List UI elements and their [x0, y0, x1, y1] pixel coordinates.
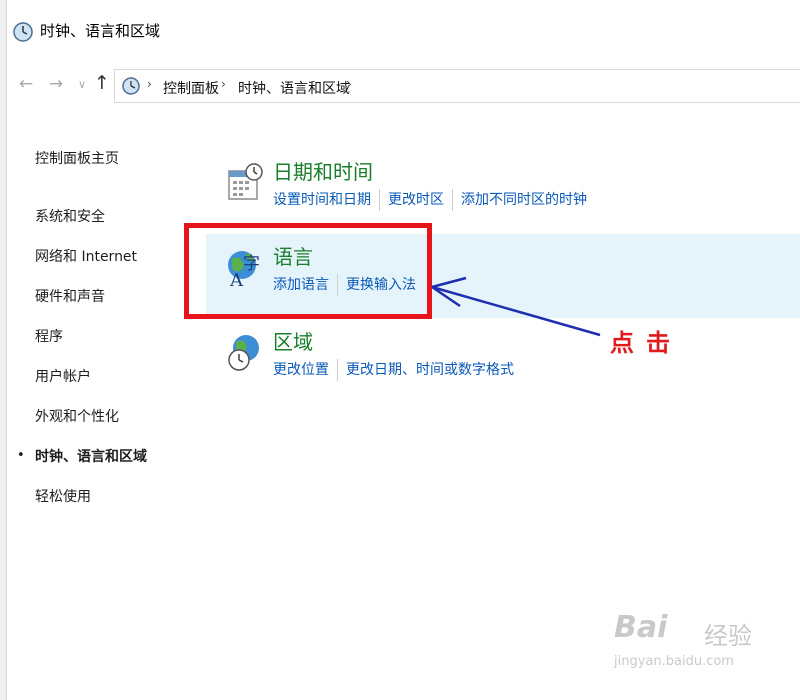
watermark-logo-suffix: 经验: [704, 622, 752, 650]
sidebar-item-control-panel-home[interactable]: 控制面板主页: [35, 148, 119, 168]
breadcrumb-control-panel[interactable]: 控制面板: [163, 78, 219, 98]
category-links-region: 更改位置 更改日期、时间或数字格式: [273, 359, 522, 381]
sidebar-item-user-accounts[interactable]: 用户帐户: [35, 366, 91, 386]
watermark-logo: Bai: [614, 610, 668, 645]
category-title-region[interactable]: 区域: [273, 326, 313, 355]
category-title-date-time[interactable]: 日期和时间: [273, 156, 373, 185]
sidebar-item-network-internet[interactable]: 网络和 Internet: [35, 246, 137, 266]
title-bar: 时钟、语言和区域: [6, 0, 800, 62]
breadcrumb-separator: ›: [347, 77, 352, 91]
link-divider: [379, 189, 380, 211]
watermark-url: jingyan.baidu.com: [614, 654, 734, 669]
address-bar[interactable]: › 控制面板 › 时钟、语言和区域 ›: [114, 69, 800, 103]
sidebar-item-clock-language-region[interactable]: 时钟、语言和区域: [35, 446, 147, 466]
arrow-up-icon[interactable]: ↑: [92, 72, 112, 94]
link-add-clocks[interactable]: 添加不同时区的时钟: [461, 189, 595, 209]
active-bullet: •: [17, 448, 25, 463]
breadcrumb-separator: ›: [147, 77, 152, 91]
sidebar-item-programs[interactable]: 程序: [35, 326, 63, 346]
sidebar-item-ease-of-access[interactable]: 轻松使用: [35, 486, 91, 506]
calendar-clock-icon: [228, 163, 263, 200]
breadcrumb-clock-language-region[interactable]: 时钟、语言和区域: [238, 78, 350, 98]
link-divider: [452, 189, 453, 211]
link-change-date-time-number-format[interactable]: 更改日期、时间或数字格式: [346, 359, 522, 379]
navigation-bar: ← → ∨ ↑ › 控制面板 › 时钟、语言和区域 ›: [6, 66, 800, 106]
region-globe-clock-icon: [228, 335, 259, 371]
arrow-right-icon[interactable]: →: [46, 74, 66, 94]
control-panel-clock-icon: [13, 22, 33, 42]
link-change-location[interactable]: 更改位置: [273, 359, 337, 379]
sidebar-item-system-security[interactable]: 系统和安全: [35, 206, 105, 226]
breadcrumb-separator: ›: [221, 77, 226, 91]
link-set-time-date[interactable]: 设置时间和日期: [273, 189, 379, 209]
link-change-time-zone[interactable]: 更改时区: [388, 189, 452, 209]
annotation-highlight-box: [184, 223, 432, 319]
sidebar-item-hardware-sound[interactable]: 硬件和声音: [35, 286, 105, 306]
control-panel-clock-icon: [122, 77, 140, 95]
link-divider: [337, 359, 338, 381]
sidebar-item-appearance[interactable]: 外观和个性化: [35, 406, 119, 426]
annotation-label: 点击: [610, 329, 682, 357]
arrow-left-icon[interactable]: ←: [16, 74, 36, 94]
baidu-jingyan-watermark: Bai 经验 jingyan.baidu.com: [614, 610, 790, 690]
chevron-down-icon[interactable]: ∨: [72, 78, 92, 91]
category-links-date-time: 设置时间和日期 更改时区 添加不同时区的时钟: [273, 189, 595, 211]
window-title: 时钟、语言和区域: [40, 22, 161, 40]
